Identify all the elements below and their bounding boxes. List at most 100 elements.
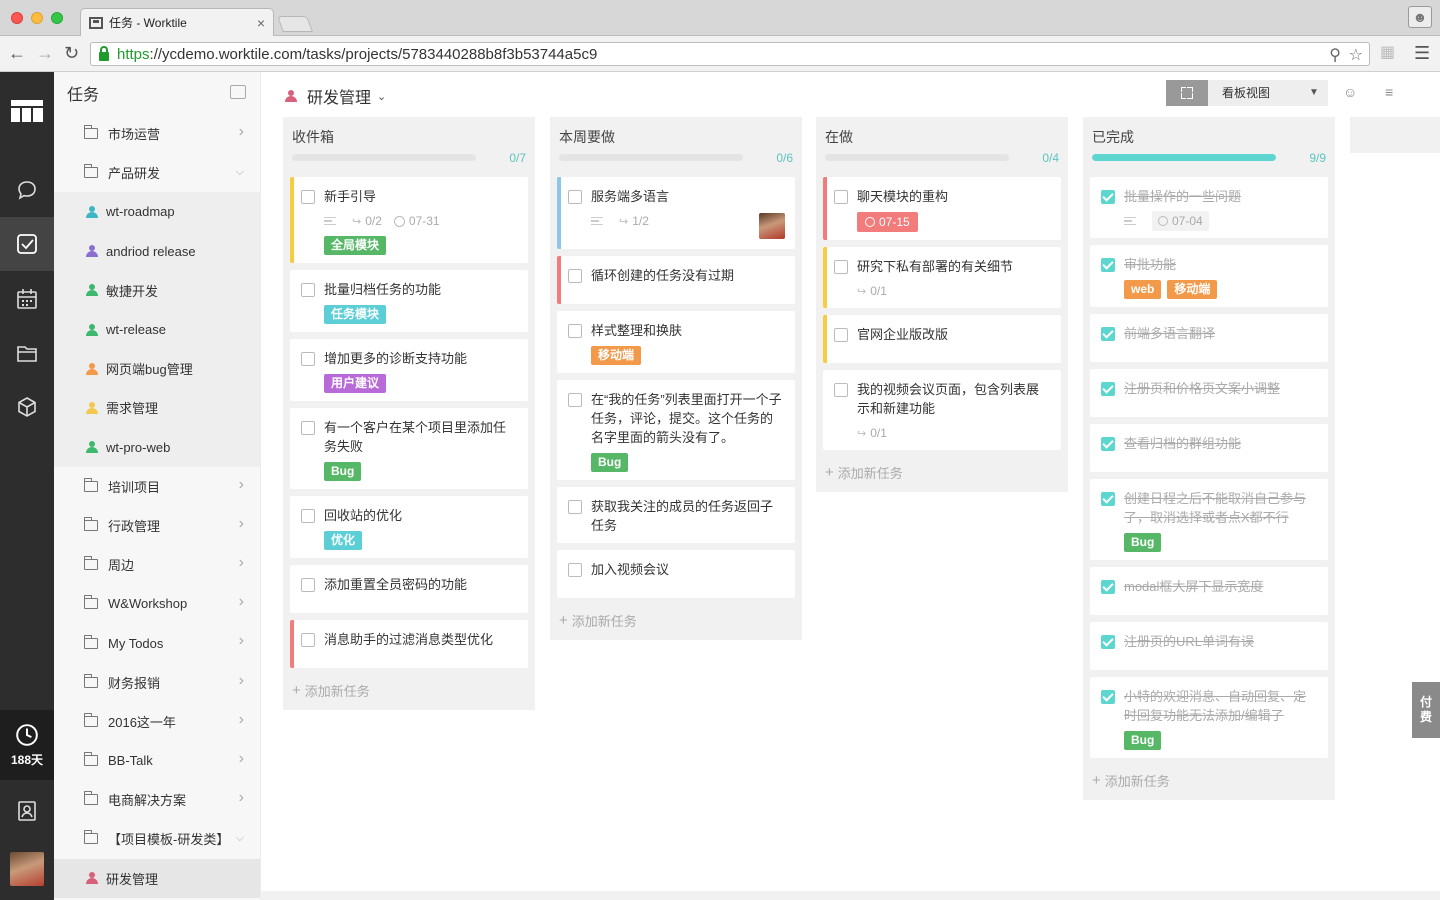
task-checkbox[interactable]: [568, 500, 582, 514]
add-task-button[interactable]: + 添加新任务: [816, 457, 1068, 492]
sidebar-folder-item[interactable]: 电商解决方案 ›: [54, 780, 260, 819]
task-card[interactable]: 聊天模块的重构 07-15: [823, 177, 1061, 240]
task-checkbox[interactable]: [1101, 492, 1115, 506]
contacts-icon[interactable]: [0, 784, 54, 838]
task-card[interactable]: 加入视频会议: [557, 550, 795, 598]
tasks-checkbox-icon[interactable]: [0, 217, 54, 271]
board-grid-icon[interactable]: [1166, 80, 1208, 106]
task-checkbox[interactable]: [568, 190, 582, 204]
sidebar-folder-item[interactable]: 市场运营 ›: [54, 114, 260, 153]
task-checkbox[interactable]: [1101, 190, 1115, 204]
pay-button[interactable]: 付费: [1412, 682, 1440, 738]
chevron-down-icon[interactable]: ⌵: [236, 832, 244, 845]
sidebar-folder-item[interactable]: W&Workshop ›: [54, 584, 260, 623]
horizontal-scrollbar[interactable]: [261, 891, 1440, 900]
filter-list-icon[interactable]: ≡: [1385, 84, 1393, 100]
task-card[interactable]: modal框大屏下显示宽度: [1090, 567, 1328, 615]
task-tag[interactable]: 全局模块: [324, 236, 387, 255]
browser-menu-icon[interactable]: ☰: [1414, 43, 1430, 63]
task-checkbox[interactable]: [834, 190, 848, 204]
task-card[interactable]: 在“我的任务”列表里面打开一个子任务，评论，提交。这个任务的名字里面的箭头没有了…: [557, 380, 795, 480]
bookmark-star-icon[interactable]: ☆: [1349, 45, 1363, 65]
task-card[interactable]: 批量操作的一些问题 07-04: [1090, 177, 1328, 238]
back-arrow-icon[interactable]: ←: [8, 43, 26, 63]
task-checkbox[interactable]: [301, 352, 315, 366]
sidebar-project-item[interactable]: andriod release: [54, 231, 260, 271]
task-checkbox[interactable]: [1101, 382, 1115, 396]
task-checkbox[interactable]: [568, 324, 582, 338]
task-tag[interactable]: 优化: [324, 531, 363, 550]
sidebar-folder-item[interactable]: 培训项目 ›: [54, 467, 260, 506]
chevron-right-icon[interactable]: ›: [239, 672, 244, 690]
task-card[interactable]: 消息助手的过滤消息类型优化: [290, 620, 528, 668]
chevron-right-icon[interactable]: ›: [239, 750, 244, 768]
task-checkbox[interactable]: [1101, 437, 1115, 451]
tab-close-icon[interactable]: ×: [257, 15, 265, 31]
sidebar-project-item[interactable]: wt-release: [54, 309, 260, 350]
browser-tab[interactable]: 任务 - Worktile ×: [80, 8, 274, 36]
sidebar-project-item[interactable]: wt-roadmap: [54, 192, 260, 232]
task-checkbox[interactable]: [301, 633, 315, 647]
chevron-right-icon[interactable]: ›: [239, 711, 244, 729]
task-tag[interactable]: 移动端: [591, 346, 642, 365]
task-tag[interactable]: Bug: [324, 462, 362, 481]
task-checkbox[interactable]: [301, 283, 315, 297]
sidebar-project-item[interactable]: 需求管理: [54, 388, 260, 428]
task-card[interactable]: 创建日程之后不能取消自己参与了，取消选择或者点X都不行 Bug: [1090, 479, 1328, 560]
task-checkbox[interactable]: [1101, 327, 1115, 341]
task-checkbox[interactable]: [834, 260, 848, 274]
task-tag[interactable]: 移动端: [1167, 280, 1218, 299]
task-card[interactable]: 添加重置全员密码的功能: [290, 565, 528, 613]
new-tab-button[interactable]: [277, 16, 313, 32]
task-checkbox[interactable]: [1101, 258, 1115, 272]
task-tag[interactable]: Bug: [591, 453, 629, 472]
task-checkbox[interactable]: [1101, 635, 1115, 649]
task-card[interactable]: 查看归档的群组功能: [1090, 424, 1328, 472]
search-icon[interactable]: ⚲: [1329, 45, 1341, 65]
chevron-right-icon[interactable]: ›: [239, 593, 244, 611]
task-checkbox[interactable]: [568, 393, 582, 407]
add-column-placeholder[interactable]: [1350, 117, 1440, 153]
calendar-icon[interactable]: [0, 272, 54, 326]
sidebar-folder-item[interactable]: BB-Talk ›: [54, 741, 260, 780]
forward-arrow-icon[interactable]: →: [36, 43, 54, 63]
task-checkbox[interactable]: [1101, 580, 1115, 594]
window-close-button[interactable]: [11, 12, 23, 24]
task-card[interactable]: 样式整理和换肤 移动端: [557, 311, 795, 373]
task-tag[interactable]: Bug: [1124, 533, 1162, 552]
user-profile-icon[interactable]: ☻: [1408, 6, 1432, 28]
sidebar-project-item[interactable]: 网页端bug管理: [54, 349, 260, 389]
task-card[interactable]: 审批功能 web 移动端: [1090, 245, 1328, 307]
sidebar-folder-item[interactable]: 产品研发 ⌵: [54, 153, 260, 192]
trial-countdown[interactable]: 188天: [0, 710, 54, 780]
task-checkbox[interactable]: [568, 269, 582, 283]
chevron-right-icon[interactable]: ›: [239, 789, 244, 807]
extension-icon[interactable]: ▦: [1380, 43, 1395, 63]
inbox-tray-icon[interactable]: [230, 85, 246, 99]
sidebar-folder-item[interactable]: My Todos ›: [54, 623, 260, 662]
task-checkbox[interactable]: [1101, 690, 1115, 704]
chevron-right-icon[interactable]: ›: [239, 632, 244, 650]
task-checkbox[interactable]: [834, 383, 848, 397]
worktile-logo-icon[interactable]: [0, 84, 54, 138]
window-zoom-button[interactable]: [51, 12, 63, 24]
task-card[interactable]: 新手引导 ↪ 0/2 07-31 全局模块: [290, 177, 528, 263]
chevron-down-icon[interactable]: ⌵: [236, 166, 244, 179]
sidebar-folder-item[interactable]: 【项目模板-研发类】 ⌵: [54, 819, 260, 858]
chevron-right-icon[interactable]: ›: [239, 515, 244, 533]
apps-cube-icon[interactable]: [0, 380, 54, 434]
task-card[interactable]: 注册页的URL单词有误: [1090, 622, 1328, 670]
folder-icon[interactable]: [0, 326, 54, 380]
task-card[interactable]: 官网企业版改版: [823, 315, 1061, 363]
sidebar-folder-item[interactable]: 周边 ›: [54, 545, 260, 584]
sidebar-folder-item[interactable]: 行政管理 ›: [54, 506, 260, 545]
url-bar[interactable]: https://ycdemo.worktile.com/tasks/projec…: [90, 42, 1370, 66]
task-card[interactable]: 我的视频会议页面，包含列表展示和新建功能 ↪ 0/1: [823, 370, 1061, 450]
task-card[interactable]: 获取我关注的成员的任务返回子任务: [557, 487, 795, 543]
task-card[interactable]: 研究下私有部署的有关细节 ↪ 0/1: [823, 247, 1061, 308]
sidebar-folder-item[interactable]: 财务报销 ›: [54, 663, 260, 702]
members-icon[interactable]: ☺: [1343, 84, 1357, 100]
task-card[interactable]: 小特的欢迎消息、自动回复、定时回复功能无法添加/编辑了 Bug: [1090, 677, 1328, 758]
task-tag[interactable]: Bug: [1124, 731, 1162, 750]
task-checkbox[interactable]: [568, 563, 582, 577]
